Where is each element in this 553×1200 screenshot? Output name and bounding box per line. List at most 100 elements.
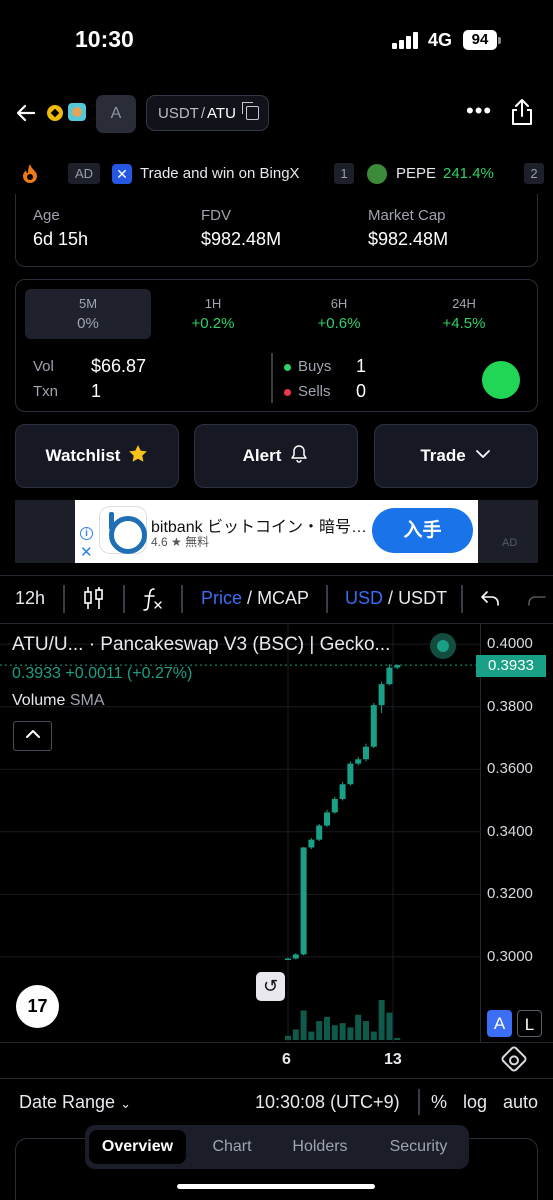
- time-axis-border: [0, 1042, 553, 1043]
- price-axis-border: [480, 624, 481, 1042]
- candle-body: [331, 798, 338, 813]
- sells-label: Sells: [298, 383, 331, 400]
- fdv-label: FDV: [201, 207, 231, 224]
- volume-bar: [324, 1016, 330, 1040]
- auto-scale-button[interactable]: A: [487, 1010, 512, 1037]
- battery-icon: 94: [463, 30, 497, 50]
- vol-value: $66.87: [91, 356, 147, 376]
- indicators-icon[interactable]: [142, 586, 164, 617]
- mcap-option: MCAP: [257, 588, 310, 608]
- ad-corner-label: AD: [502, 537, 518, 549]
- status-time: 10:30: [75, 26, 134, 52]
- log-scale-toggle[interactable]: log: [463, 1092, 487, 1113]
- toolbar-separator: [326, 585, 328, 613]
- toolbar-separator: [461, 585, 463, 613]
- tab-security[interactable]: Security: [370, 1130, 467, 1164]
- timeframe-6h[interactable]: 6H +0.6%: [276, 289, 402, 339]
- pair-separator: /: [200, 104, 206, 122]
- pepe-token-icon: [367, 164, 387, 184]
- date-range-selector[interactable]: Date Range ⌄: [19, 1092, 131, 1113]
- auto-scale-toggle[interactable]: auto: [503, 1092, 538, 1113]
- share-icon[interactable]: [510, 98, 534, 126]
- trade-button[interactable]: Trade: [374, 424, 538, 488]
- timeframe-5m[interactable]: 5M 0%: [25, 289, 151, 339]
- token-avatar: A: [96, 95, 136, 133]
- trending-fire-icon: [22, 163, 38, 183]
- volume-bar: [331, 1025, 338, 1040]
- volume-bar: [308, 1031, 315, 1040]
- pair-quote: USDT: [158, 104, 199, 122]
- volume-bar: [363, 1021, 369, 1040]
- trending-token-change: 241.4%: [443, 165, 494, 182]
- timeframe-label: 1H: [204, 296, 222, 311]
- undo-icon[interactable]: [480, 588, 500, 613]
- interval-selector[interactable]: 12h: [15, 588, 45, 609]
- trending-rank-2: 2: [524, 163, 544, 184]
- tab-chart[interactable]: Chart: [191, 1130, 273, 1164]
- candle-body: [300, 847, 307, 955]
- buy-pressure-indicator: [482, 361, 520, 399]
- alert-button[interactable]: Alert: [194, 424, 358, 488]
- candle-body: [363, 746, 369, 760]
- timeframe-label: 6H: [330, 296, 348, 311]
- candle-body: [285, 958, 291, 960]
- candle-body: [324, 812, 330, 826]
- home-indicator: [177, 1184, 375, 1189]
- ticker-ad-link[interactable]: Trade and win on BingX: [140, 165, 300, 182]
- ad-info-icon[interactable]: i: [80, 527, 93, 540]
- volume-indicator-legend[interactable]: Volume SMA: [12, 692, 105, 710]
- toolbar-top-divider: [0, 575, 553, 576]
- buys-dot: [284, 364, 291, 371]
- activity-divider: [271, 353, 273, 403]
- pair-base: ATU: [207, 104, 236, 122]
- log-scale-button[interactable]: L: [517, 1010, 542, 1037]
- watchlist-button[interactable]: Watchlist: [15, 424, 179, 488]
- collapse-legend-button[interactable]: [13, 721, 52, 751]
- currency-toggle[interactable]: USD / USDT: [345, 588, 447, 609]
- price-chart[interactable]: [0, 624, 480, 1042]
- chevron-up-icon: [25, 730, 40, 738]
- trending-rank-1: 1: [334, 163, 354, 184]
- percent-scale-toggle[interactable]: %: [431, 1092, 447, 1113]
- tab-holders[interactable]: Holders: [277, 1130, 363, 1164]
- trending-token-name[interactable]: PEPE: [396, 165, 436, 182]
- age-label: Age: [33, 207, 60, 224]
- fdv-value: $982.48M: [201, 229, 282, 249]
- chevron-down-icon: [474, 445, 492, 468]
- tab-overview[interactable]: Overview: [89, 1130, 186, 1164]
- copy-icon: [241, 102, 259, 120]
- chart-symbol-title: ATU/U... · Pancakeswap V3 (BSC) | Gecko.…: [12, 634, 391, 655]
- price-tick-label: 0.3800: [487, 697, 533, 715]
- toggle-slash: /: [388, 588, 394, 608]
- market-cap-label: Market Cap: [368, 207, 446, 224]
- volume-bar: [386, 1012, 393, 1040]
- watchlist-label: Watchlist: [45, 446, 121, 465]
- redo-icon[interactable]: [527, 588, 547, 613]
- volume-bar: [347, 1027, 354, 1040]
- sells-value: 0: [356, 381, 367, 401]
- back-arrow-icon[interactable]: [15, 102, 37, 124]
- ad-close-icon[interactable]: ✕: [80, 543, 93, 561]
- alert-label: Alert: [242, 446, 282, 465]
- ad-install-button[interactable]: 入手: [372, 508, 473, 553]
- chart-clock: 10:30:08 (UTC+9): [255, 1092, 400, 1112]
- price-mcap-toggle[interactable]: Price / MCAP: [201, 588, 309, 609]
- chart-settings-icon[interactable]: [499, 1044, 529, 1074]
- volume-sma-label: SMA: [69, 692, 105, 709]
- trade-label: Trade: [420, 446, 466, 465]
- candle-type-icon[interactable]: [83, 585, 105, 616]
- candle-body: [394, 665, 401, 668]
- price-tick-label: 0.3000: [487, 947, 533, 965]
- volume-bar: [394, 1037, 401, 1040]
- market-cap-value: $982.48M: [368, 229, 449, 249]
- timeframe-1h[interactable]: 1H +0.2%: [150, 289, 276, 339]
- more-options-icon[interactable]: •••: [466, 98, 492, 124]
- reset-chart-icon[interactable]: ↺: [256, 972, 285, 1001]
- candle-body: [378, 684, 385, 706]
- price-tick-label: 0.3600: [487, 760, 533, 778]
- footer-divider: [0, 1078, 553, 1079]
- timeframe-24h[interactable]: 24H +4.5%: [401, 289, 527, 339]
- footer-separator: [418, 1089, 420, 1115]
- pair-copy-button[interactable]: USDT / ATU: [146, 95, 269, 131]
- tradingview-logo[interactable]: 17: [16, 985, 59, 1028]
